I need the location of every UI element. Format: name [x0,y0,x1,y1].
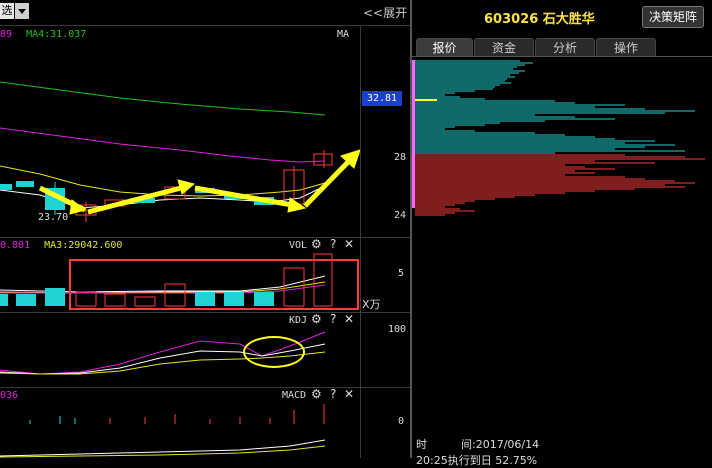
axis-label-28: 28 [394,152,407,163]
kdj-axis-label: 100 [388,324,407,335]
macd-axis-label: 0 [398,416,405,427]
current-price-tag: 32.81 [362,91,402,106]
vol-help-icon[interactable]: ? [330,237,336,251]
tab-analysis[interactable]: 分析 [535,38,595,57]
time-value: 间:2017/06/14 [461,438,540,451]
expand-button[interactable]: <<展开 [363,4,407,21]
profit-ratio-row: 20:25执行到日 52.75% [416,454,538,467]
candle [0,184,12,190]
chip-distribution-chart [415,60,705,216]
tab-funds[interactable]: 资金 [474,38,534,57]
period-select[interactable]: 选 [0,3,14,19]
tab-quote[interactable]: 报价 [416,38,473,57]
chip-bars-cyan [415,60,695,154]
macd-help-icon[interactable]: ? [330,387,336,401]
time-info-row: 时 间:2017/06/14 [416,436,539,452]
quote-pane: 603026 石大胜华 决策矩阵 报价 资金 分析 操作 时 间:2017/06… [412,0,712,467]
kdj-annotation-ellipse [243,336,305,368]
vol-ma3-value: MA3:29042.600 [44,240,123,251]
ma-magenta-line [0,127,326,163]
vol-gear-icon[interactable]: ⚙ [311,237,322,251]
vol-axis-label: 5 [398,268,405,279]
stock-title: 603026 石大胜华 [484,12,595,27]
axis-label-24: 24 [394,210,407,221]
volume-annotation-box [69,259,359,310]
macd-chart[interactable] [0,402,360,458]
chip-bars-red [415,154,705,216]
kdj-close-icon[interactable]: ✕ [344,312,354,326]
chart-pane[interactable]: 选 <<展开 89 MA4:31.037 MA 32.81 28 24 23.7… [0,0,410,458]
ma4-value: MA4:31.037 [26,29,87,40]
decision-matrix-button[interactable]: 决策矩阵 [642,6,704,28]
vol-close-icon[interactable]: ✕ [344,237,354,251]
kdj-gear-icon[interactable]: ⚙ [311,312,322,326]
candle [313,153,333,166]
trend-arrows [38,149,360,215]
low-price-label: 23.70 [38,212,69,223]
vol-prefix-value: 0.801 [0,240,31,251]
tab-operation[interactable]: 操作 [596,38,656,57]
price-chart[interactable] [0,40,360,236]
time-label: 时 [416,438,427,451]
dropdown-button[interactable] [15,3,29,19]
ma-green-line [0,81,326,116]
macd-gear-icon[interactable]: ⚙ [311,387,322,401]
chevron-down-icon [18,9,26,14]
vol-unit-label: X万 [362,298,381,311]
macd-close-icon[interactable]: ✕ [344,387,354,401]
kdj-help-icon[interactable]: ? [330,312,336,326]
kdj-chart[interactable] [0,326,360,386]
ma-prefix-value: 89 [0,29,13,40]
candle [16,181,34,187]
